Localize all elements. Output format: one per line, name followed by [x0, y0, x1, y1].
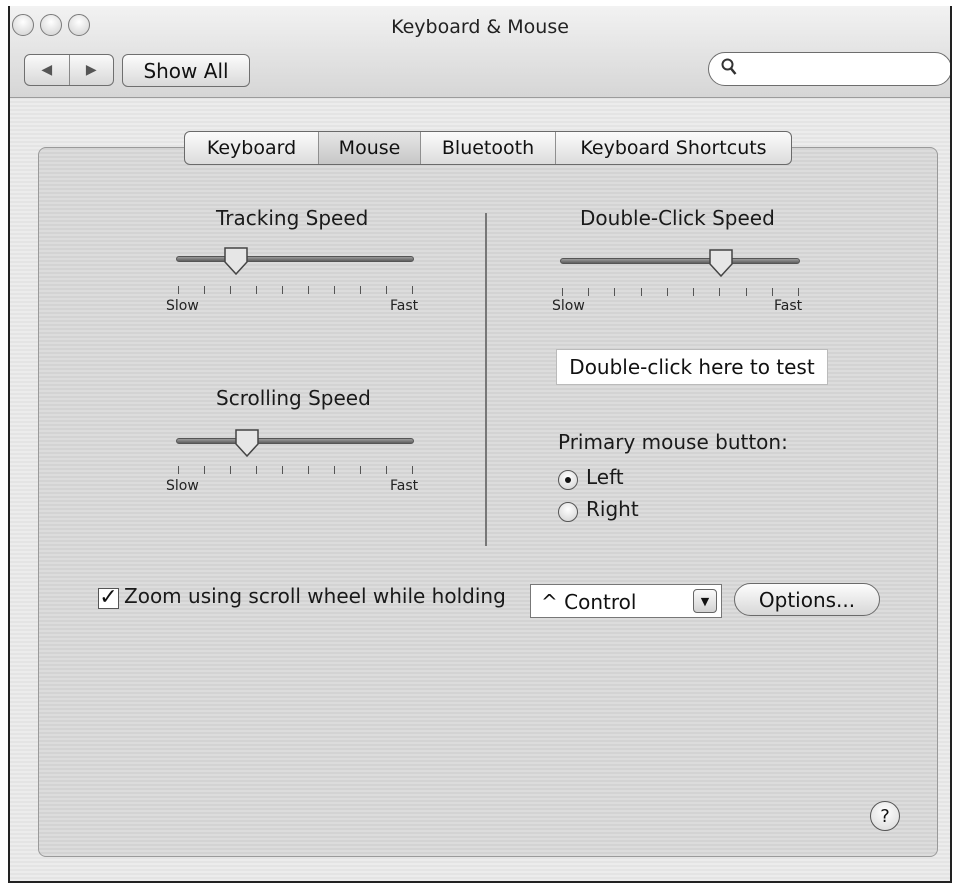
slider-tick — [360, 466, 361, 474]
window-title: Keyboard & Mouse — [391, 16, 569, 38]
slider-tick — [588, 288, 590, 296]
tab-keyboard-shortcuts[interactable]: Keyboard Shortcuts — [556, 132, 791, 164]
slider-tick — [204, 286, 205, 294]
primary-button-label: Primary mouse button: — [558, 430, 788, 454]
double-click-test-area[interactable]: Double-click here to test — [556, 349, 828, 385]
right-arrow-icon: ▶ — [85, 62, 97, 78]
tab-mouse[interactable]: Mouse — [319, 132, 421, 164]
scrolling-speed-knob[interactable] — [234, 428, 260, 458]
zoom-checkbox-label: Zoom using scroll wheel while holding — [124, 584, 506, 608]
radio-left-label: Left — [586, 465, 624, 489]
tab-keyboard[interactable]: Keyboard — [185, 132, 319, 164]
help-icon: ? — [880, 805, 890, 827]
radio-right-label: Right — [586, 497, 639, 521]
slider-tick — [412, 286, 413, 294]
checkmark-icon: ✓ — [99, 585, 118, 610]
show-all-button[interactable]: Show All — [122, 54, 250, 87]
left-arrow-icon: ◀ — [41, 62, 53, 78]
tracking-speed-label: Tracking Speed — [216, 206, 369, 230]
slider-tick — [798, 288, 799, 296]
scrolling-speed-slider[interactable] — [176, 438, 414, 444]
back-forward-control: ◀ ▶ — [24, 54, 114, 86]
slider-tick — [334, 286, 335, 294]
slider-tick — [412, 466, 413, 474]
slider-tick — [282, 286, 283, 294]
slider-tick — [719, 288, 721, 296]
back-button[interactable]: ◀ — [25, 55, 70, 85]
slider-tick — [386, 286, 387, 294]
slider-tick — [771, 288, 773, 296]
slider-tick — [256, 286, 257, 294]
slider-tick — [360, 286, 361, 294]
slider-tick — [178, 466, 179, 474]
title-bar: Keyboard & Mouse ◀ ▶ Show All — [10, 6, 950, 98]
zoom-modifier-select[interactable]: ^ Control ▼ — [530, 584, 722, 618]
tab-bluetooth[interactable]: Bluetooth — [421, 132, 556, 164]
magnifier-icon — [721, 58, 737, 81]
zoom-modifier-value: ^ Control — [541, 590, 637, 614]
slider-tick — [386, 466, 387, 474]
double-click-speed-label: Double-Click Speed — [580, 206, 775, 230]
tracking-speed-slider[interactable] — [176, 256, 414, 262]
slider-tick — [178, 286, 179, 294]
slider-tick — [640, 288, 642, 296]
mouse-settings-panel — [38, 147, 938, 857]
tracking-fast-label: Fast — [390, 298, 419, 314]
tracking-speed-knob[interactable] — [223, 246, 249, 276]
slider-tick — [666, 288, 668, 296]
options-button[interactable]: Options... — [734, 583, 880, 616]
double-click-speed-ticks — [562, 288, 799, 296]
slider-tick — [334, 466, 335, 474]
slider-tick — [308, 466, 309, 474]
zoom-checkbox[interactable]: ✓ — [98, 585, 119, 610]
slider-tick — [614, 288, 616, 296]
double-click-speed-knob[interactable] — [708, 248, 734, 278]
preferences-window: Keyboard & Mouse ◀ ▶ Show All Keyboard M… — [8, 6, 952, 883]
tracking-speed-ticks — [178, 286, 413, 294]
slider-tick — [693, 288, 695, 296]
scrolling-speed-label: Scrolling Speed — [216, 386, 371, 410]
radio-left[interactable] — [558, 470, 578, 490]
tab-bar: Keyboard Mouse Bluetooth Keyboard Shortc… — [184, 131, 792, 165]
slider-tick — [562, 288, 563, 296]
slider-tick — [282, 466, 283, 474]
radio-right[interactable] — [558, 502, 578, 522]
slider-tick — [230, 286, 231, 294]
scrolling-slow-label: Slow — [166, 478, 199, 494]
slider-tick — [204, 466, 205, 474]
forward-button[interactable]: ▶ — [70, 55, 114, 85]
slider-tick — [230, 466, 231, 474]
scrolling-fast-label: Fast — [390, 478, 419, 494]
scrolling-speed-ticks — [178, 466, 413, 474]
double-click-speed-slider[interactable] — [560, 258, 800, 264]
search-field[interactable] — [708, 52, 950, 86]
double-click-slow-label: Slow — [552, 298, 585, 314]
dropdown-arrow-icon: ▼ — [693, 589, 717, 613]
tracking-slow-label: Slow — [166, 298, 199, 314]
double-click-fast-label: Fast — [774, 298, 803, 314]
slider-tick — [745, 288, 747, 296]
slider-tick — [308, 286, 309, 294]
column-divider — [485, 213, 487, 546]
slider-tick — [256, 466, 257, 474]
help-button[interactable]: ? — [870, 801, 900, 831]
